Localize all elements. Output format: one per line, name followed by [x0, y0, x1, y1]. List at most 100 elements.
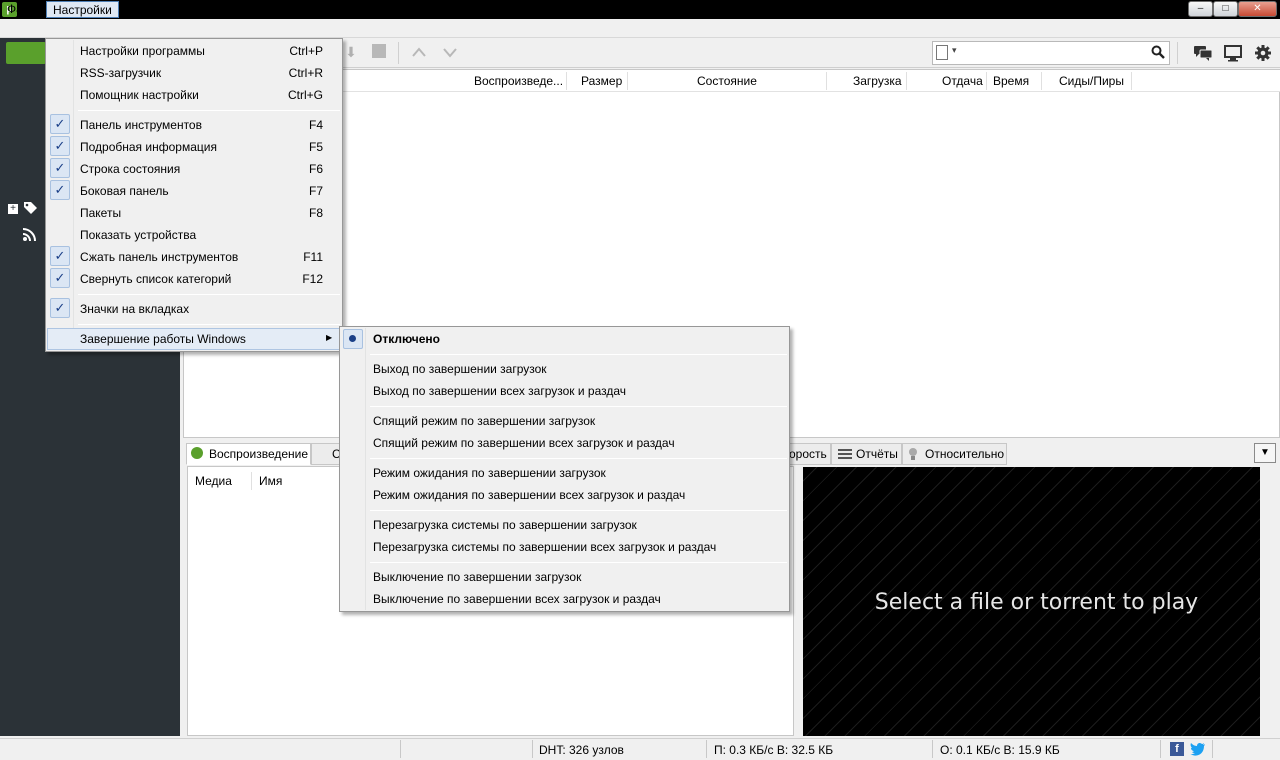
column-separator[interactable] [826, 72, 827, 90]
column-header-status[interactable]: Состояние [697, 74, 757, 88]
column-header-upload[interactable]: Отдача [942, 74, 983, 88]
column-separator[interactable] [1131, 72, 1132, 90]
column-header-seeds-peers[interactable]: Сиды/Пиры [1059, 74, 1124, 88]
status-separator [400, 740, 401, 758]
status-separator [706, 740, 707, 758]
menu-shortcut: Ctrl+P [289, 44, 323, 58]
menu-separator [78, 294, 340, 295]
menu-shortcut: Ctrl+R [288, 66, 323, 80]
menu-item-sidebar[interactable]: Боковая панель [80, 184, 169, 198]
expand-icon[interactable]: + [8, 204, 18, 214]
menu-item-rss-downloader[interactable]: RSS-загрузчик [80, 66, 161, 80]
menu-item-toolbar[interactable]: Панель инструментов [80, 118, 202, 132]
submenu-item-shutdown-downloads[interactable]: Выключение по завершении загрузок [373, 570, 581, 584]
submenu-item-shutdown-all[interactable]: Выключение по завершении всех загрузок и… [373, 592, 661, 606]
column-header-name[interactable]: Имя [259, 474, 282, 488]
menu-shortcut: F11 [303, 250, 323, 264]
menu-separator [370, 562, 787, 563]
stop-button[interactable] [372, 44, 386, 58]
menu-settings[interactable]: Настройки [46, 1, 119, 18]
column-separator[interactable] [566, 72, 567, 90]
minimize-button[interactable]: – [1188, 1, 1213, 17]
menu-item-detailed-info[interactable]: Подробная информация [80, 140, 217, 154]
list-icon [838, 449, 852, 459]
column-header-media[interactable]: Медиа [195, 474, 232, 488]
twitter-icon[interactable] [1190, 742, 1206, 756]
submenu-arrow-icon: ▶ [326, 333, 333, 342]
submenu-item-sleep-downloads[interactable]: Спящий режим по завершении загрузок [373, 414, 595, 428]
column-separator[interactable] [1041, 72, 1042, 90]
menu-shortcut: F6 [308, 162, 323, 176]
checkmark-icon: ✓ [50, 158, 70, 178]
menu-item-show-devices[interactable]: Показать устройства [80, 228, 196, 242]
column-header-size[interactable]: Размер [581, 74, 622, 88]
new-document-icon[interactable] [936, 45, 948, 60]
column-header-time[interactable]: Время [993, 74, 1029, 88]
checkmark-icon: ✓ [50, 298, 70, 318]
chat-icon[interactable] [1193, 44, 1213, 62]
tab-playback[interactable]: Воспроизведение [186, 443, 311, 465]
submenu-item-sleep-all[interactable]: Спящий режим по завершении всех загрузок… [373, 436, 675, 450]
submenu-item-restart-all[interactable]: Перезагрузка системы по завершении всех … [373, 540, 716, 554]
submenu-item-exit-downloads[interactable]: Выход по завершении загрузок [373, 362, 547, 376]
menu-separator [370, 406, 787, 407]
submenu-item-exit-all[interactable]: Выход по завершении всех загрузок и разд… [373, 384, 626, 398]
tab-files[interactable]: С [311, 443, 341, 465]
tab-speed[interactable]: орость [787, 443, 831, 465]
menu-shortcut: F12 [302, 272, 323, 286]
menu-item-program-settings[interactable]: Настройки программы [80, 44, 205, 58]
rss-icon[interactable] [22, 228, 36, 242]
maximize-button[interactable]: □ [1213, 1, 1238, 17]
checkmark-icon: ✓ [50, 136, 70, 156]
menu-item-windows-shutdown[interactable]: Завершение работы Windows [80, 332, 246, 346]
submenu-item-restart-downloads[interactable]: Перезагрузка системы по завершении загру… [373, 518, 637, 532]
column-separator[interactable] [627, 72, 628, 90]
player-side-bar [1262, 467, 1280, 736]
menu-item-collapse-categories[interactable]: Свернуть список категорий [80, 272, 231, 286]
move-down-icon[interactable] [442, 46, 458, 58]
checkmark-icon: ✓ [50, 246, 70, 266]
menu-bar [0, 19, 1280, 38]
submenu-item-standby-downloads[interactable]: Режим ожидания по завершении загрузок [373, 466, 606, 480]
menu-separator [370, 510, 787, 511]
column-separator[interactable] [251, 472, 252, 490]
menu-item-status-bar[interactable]: Строка состояния [80, 162, 180, 176]
menu-item-tab-icons[interactable]: Значки на вкладках [80, 302, 189, 316]
status-download[interactable]: П: 0.3 КБ/с В: 32.5 КБ [714, 743, 833, 757]
column-header-download[interactable]: Загрузка [853, 74, 902, 88]
menu-shortcut: F7 [308, 184, 323, 198]
monitor-icon[interactable] [1223, 44, 1243, 62]
menu-help[interactable]: Справка [123, 1, 182, 18]
collapse-panel-button[interactable]: ▼ [1254, 443, 1276, 463]
toolbar-divider [1177, 42, 1178, 64]
menu-separator [78, 110, 340, 111]
submenu-item-disabled[interactable]: Отключено [373, 332, 440, 346]
menu-shortcut: Ctrl+G [287, 88, 323, 102]
sidebar-torrents-item[interactable] [6, 42, 46, 64]
search-icon[interactable] [1151, 45, 1165, 59]
column-header-playback[interactable]: Воспроизведе... [474, 74, 563, 88]
status-upload[interactable]: О: 0.1 КБ/с В: 15.9 КБ [940, 743, 1060, 757]
facebook-icon[interactable]: f [1170, 742, 1184, 756]
status-separator [532, 740, 533, 758]
menu-file[interactable]: Файл [1, 1, 43, 18]
status-bar [0, 738, 1280, 760]
download-button[interactable]: ⬇ [343, 44, 359, 60]
column-separator[interactable] [986, 72, 987, 90]
menu-item-compact-toolbar[interactable]: Сжать панель инструментов [80, 250, 238, 264]
menu-separator [78, 324, 340, 325]
label-tag-icon[interactable] [22, 200, 38, 216]
search-provider-dropdown[interactable]: ▾ [952, 45, 957, 56]
column-separator[interactable] [906, 72, 907, 90]
menu-item-setup-guide[interactable]: Помощник настройки [80, 88, 199, 102]
gear-icon[interactable] [1253, 44, 1273, 62]
menu-shortcut: F8 [308, 206, 323, 220]
close-button[interactable]: ✕ [1238, 1, 1277, 17]
submenu-item-standby-all[interactable]: Режим ожидания по завершении всех загруз… [373, 488, 685, 502]
checkmark-icon: ✓ [50, 114, 70, 134]
search-input[interactable] [966, 44, 1146, 62]
menu-item-bundles[interactable]: Пакеты [80, 206, 121, 220]
move-up-icon[interactable] [411, 46, 427, 58]
status-dht: DHT: 326 узлов [539, 743, 624, 757]
menu-shortcut: F4 [308, 118, 323, 132]
